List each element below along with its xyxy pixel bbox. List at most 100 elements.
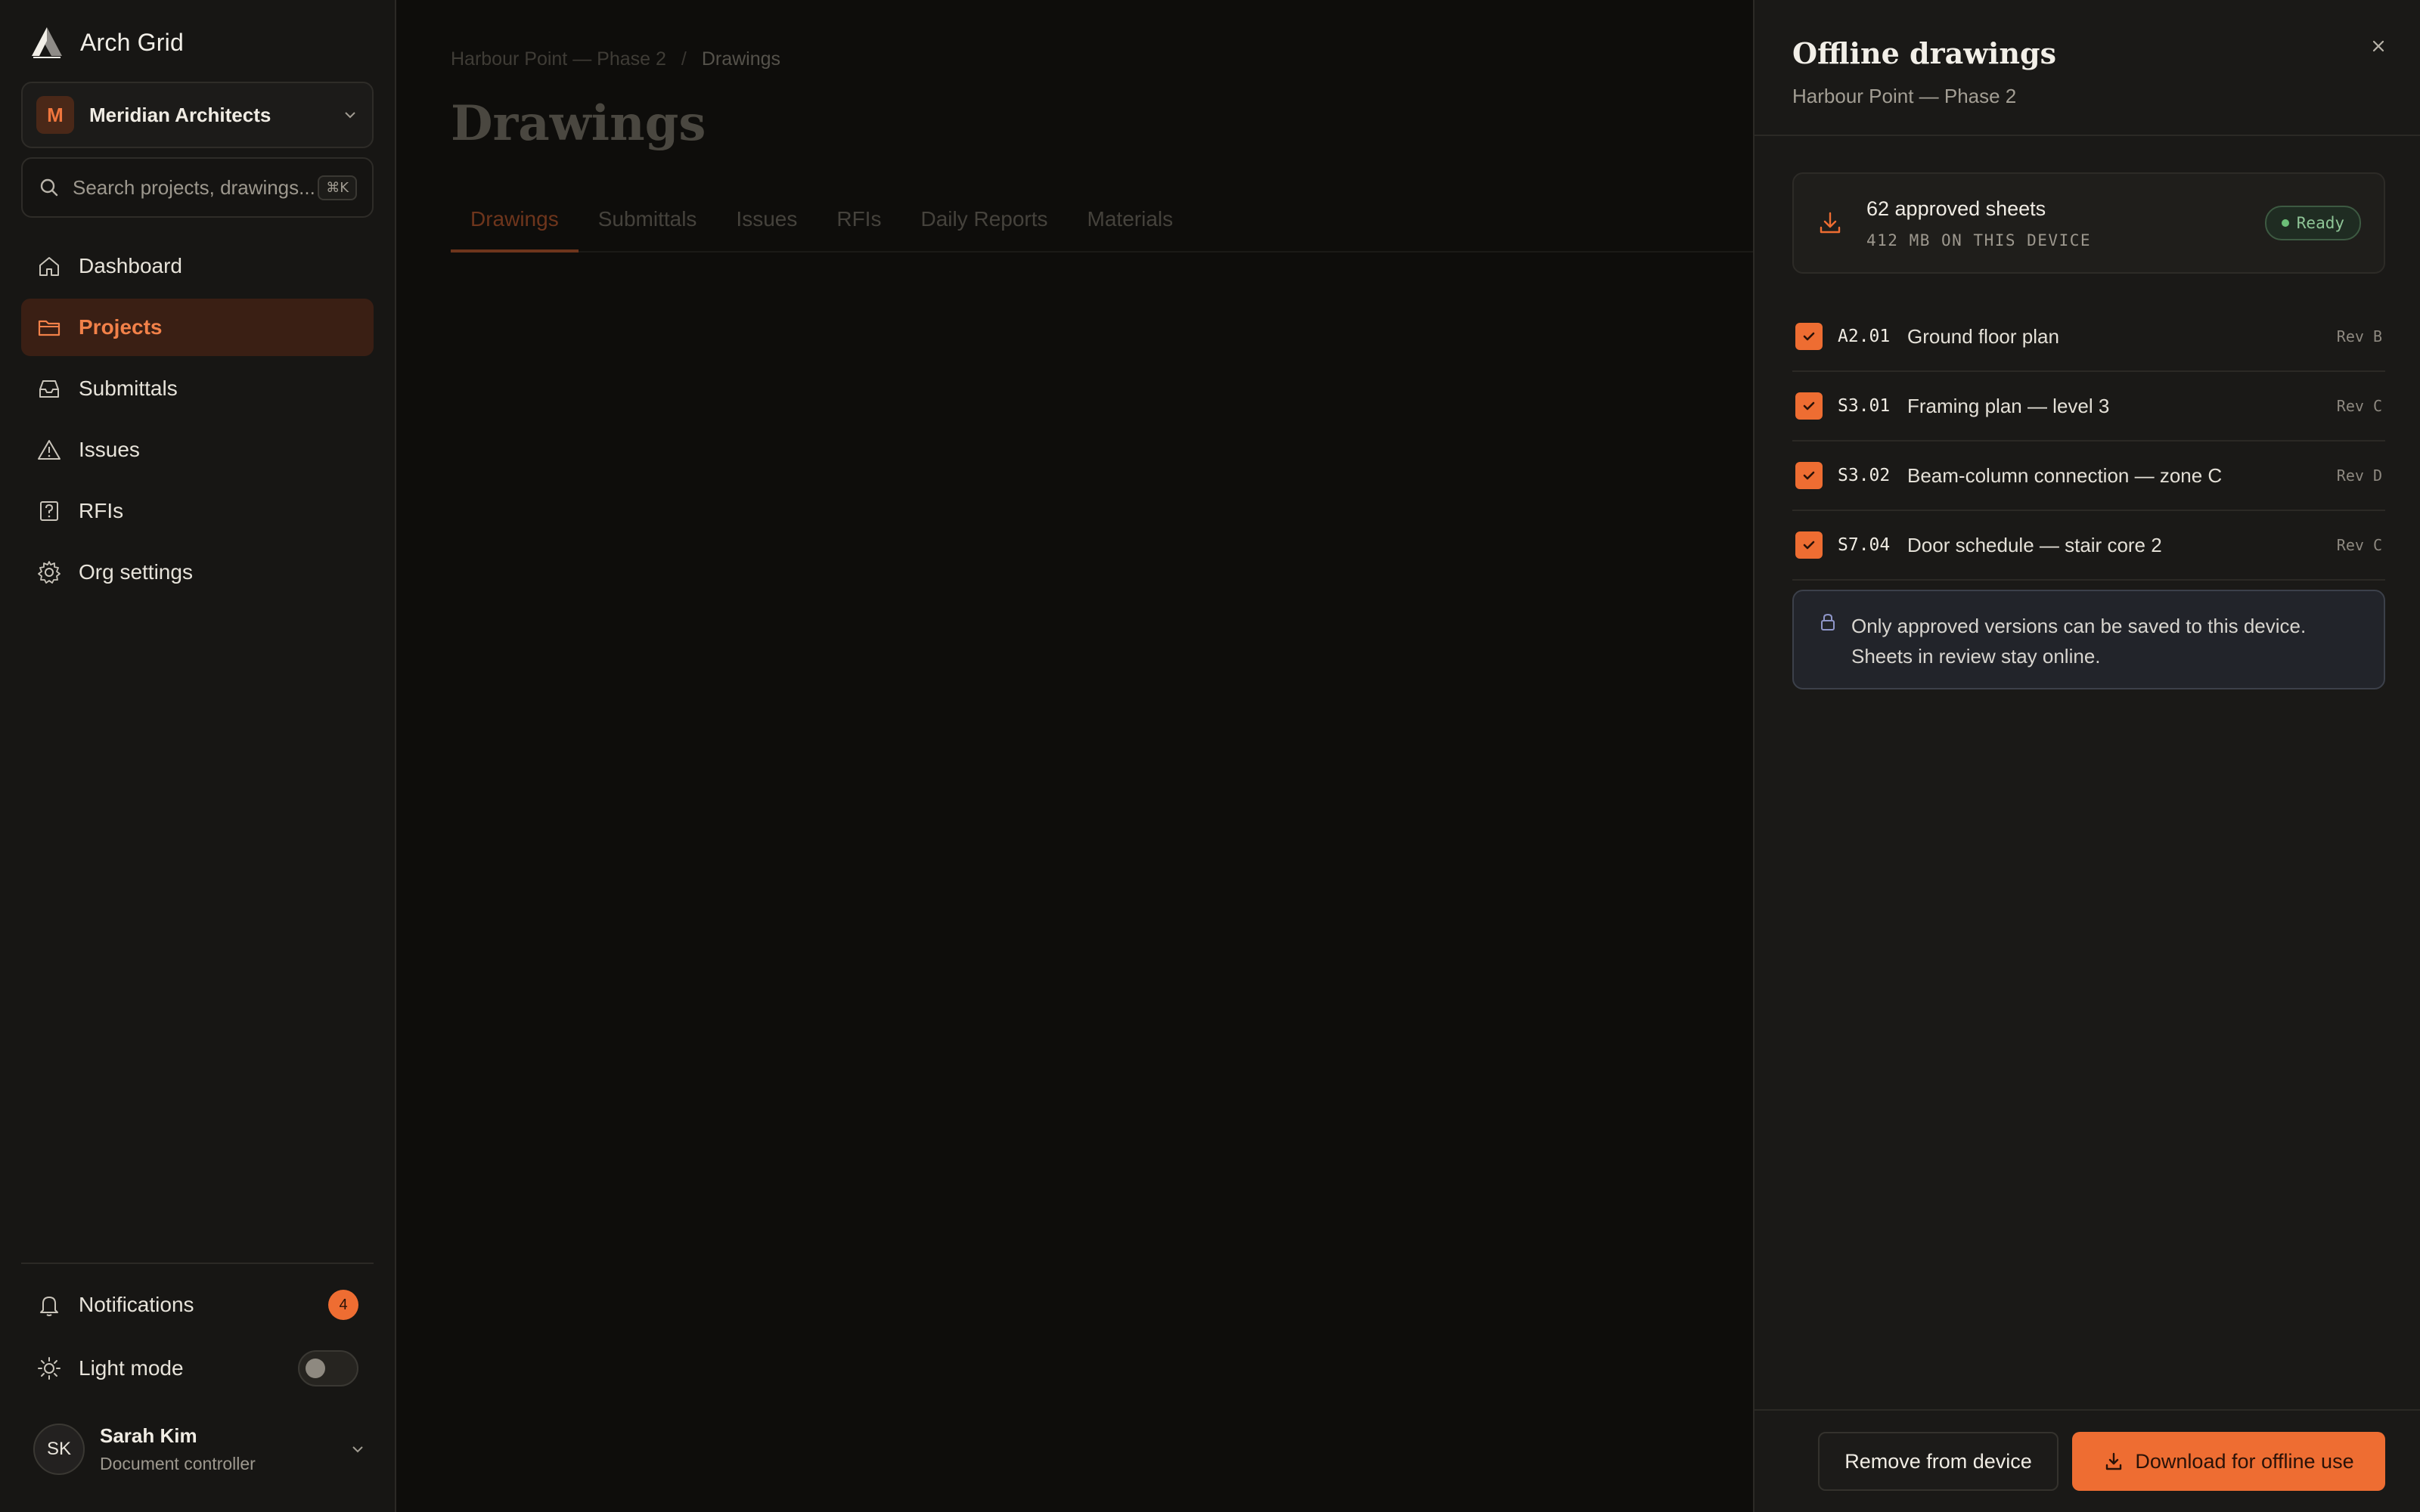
sidebar-item-projects[interactable]: Projects xyxy=(21,299,374,356)
user-name: Sarah Kim xyxy=(100,1424,197,1447)
home-icon xyxy=(39,257,59,276)
check-icon xyxy=(1803,401,1815,411)
summary-size: 412 MB ON THIS DEVICE xyxy=(1866,231,2092,249)
warning-icon xyxy=(38,440,60,460)
gear-icon xyxy=(38,561,60,584)
page-title: Drawings xyxy=(451,95,706,152)
sheet-revision: Rev B xyxy=(2336,327,2382,345)
breadcrumb: Harbour Point — Phase 2 / Drawings xyxy=(451,48,780,70)
toggle-knob xyxy=(306,1359,325,1378)
close-icon[interactable] xyxy=(2367,35,2390,57)
drawer-header-divider xyxy=(1754,135,2420,136)
check-icon xyxy=(1803,471,1815,480)
org-name: Meridian Architects xyxy=(89,103,271,126)
status-badge: Ready xyxy=(2264,206,2361,240)
download-offline-button[interactable]: Download for offline use xyxy=(2072,1432,2385,1491)
breadcrumb-separator: / xyxy=(681,48,687,70)
sheet-code: S3.02 xyxy=(1838,466,1891,485)
status-label: Ready xyxy=(2296,214,2344,232)
sidebar-item-label: Submittals xyxy=(79,376,178,400)
tab-daily-reports[interactable]: Daily Reports xyxy=(901,204,1067,253)
org-avatar: M xyxy=(36,96,74,134)
chevron-down-icon xyxy=(352,1446,363,1453)
offline-summary-card: 62 approved sheets 412 MB ON THIS DEVICE… xyxy=(1792,172,2385,274)
tab-issues[interactable]: Issues xyxy=(716,204,817,253)
drawer-subtitle: Harbour Point — Phase 2 xyxy=(1792,85,2017,107)
sidebar-nav: Dashboard Projects Submittals Issues RFI… xyxy=(21,237,374,605)
bell-icon xyxy=(40,1297,58,1316)
user-info: Sarah Kim Document controller xyxy=(100,1424,349,1474)
sheet-name: Ground floor plan xyxy=(1907,324,2059,348)
download-icon xyxy=(2106,1452,2122,1470)
check-icon xyxy=(1803,332,1815,341)
sidebar-item-label: Projects xyxy=(79,315,163,339)
sheet-revision: Rev D xyxy=(2336,466,2382,485)
summary-title: 62 approved sheets xyxy=(1866,197,2046,220)
arch-logo-icon xyxy=(32,27,62,58)
sidebar-item-label: Issues xyxy=(79,438,140,461)
status-dot-icon xyxy=(2281,219,2289,227)
chevron-down-icon xyxy=(345,112,355,119)
sun-icon xyxy=(38,1357,60,1380)
tab-bar: Drawings Submittals Issues RFIs Daily Re… xyxy=(451,204,1789,253)
offline-drawings-drawer: Offline drawings Harbour Point — Phase 2… xyxy=(1753,0,2420,1512)
sheet-checkbox[interactable] xyxy=(1795,531,1823,559)
app-name: Arch Grid xyxy=(80,28,184,56)
sidebar-item-label: RFIs xyxy=(79,499,124,522)
sheet-checkbox[interactable] xyxy=(1795,392,1823,420)
sheet-revision: Rev C xyxy=(2336,397,2382,415)
sidebar-item-label: Dashboard xyxy=(79,254,182,277)
tab-drawings[interactable]: Drawings xyxy=(451,204,579,253)
sheet-code: S7.04 xyxy=(1838,535,1891,555)
search-input[interactable] xyxy=(73,175,315,200)
sheet-list: A2.01 Ground floor plan Rev B S3.01 Fram… xyxy=(1792,302,2385,581)
notifications-label: Notifications xyxy=(79,1293,194,1316)
tab-rfis[interactable]: RFIs xyxy=(817,204,901,253)
sheet-checkbox[interactable] xyxy=(1795,462,1823,489)
sheet-row[interactable]: S3.02 Beam-column connection — zone C Re… xyxy=(1792,442,2385,511)
inbox-icon xyxy=(39,380,59,398)
notifications-badge: 4 xyxy=(328,1290,358,1320)
search-icon xyxy=(40,178,58,197)
org-switcher[interactable]: M Meridian Architects xyxy=(21,82,374,148)
sheet-row[interactable]: A2.01 Ground floor plan Rev B xyxy=(1792,302,2385,372)
light-mode-toggle[interactable] xyxy=(298,1350,358,1387)
user-menu[interactable]: SK Sarah Kim Document controller xyxy=(33,1423,366,1476)
tab-materials[interactable]: Materials xyxy=(1068,204,1193,253)
approved-only-notice: Only approved versions can be saved to t… xyxy=(1792,590,2385,689)
breadcrumb-current: Drawings xyxy=(701,48,781,70)
user-role: Document controller xyxy=(100,1454,256,1473)
sidebar: Arch Grid M Meridian Architects ⌘K Dashb… xyxy=(0,0,396,1512)
lock-icon xyxy=(1821,613,1835,631)
brand[interactable]: Arch Grid xyxy=(29,26,184,59)
sidebar-divider xyxy=(21,1263,374,1264)
download-icon xyxy=(1820,212,1841,234)
light-mode-label: Light mode xyxy=(79,1356,184,1380)
sidebar-item-submittals[interactable]: Submittals xyxy=(21,360,374,417)
drawer-title: Offline drawings xyxy=(1792,36,2056,70)
light-mode-item: Light mode xyxy=(21,1340,374,1397)
notice-text: Only approved versions can be saved to t… xyxy=(1851,615,2307,668)
sidebar-item-issues[interactable]: Issues xyxy=(21,421,374,479)
sheet-code: A2.01 xyxy=(1838,327,1891,346)
sheet-row[interactable]: S7.04 Door schedule — stair core 2 Rev C xyxy=(1792,511,2385,581)
search-shortcut: ⌘K xyxy=(318,175,357,200)
remove-from-device-button[interactable]: Remove from device xyxy=(1818,1432,2059,1491)
folder-icon xyxy=(38,320,60,336)
summary-text: 62 approved sheets 412 MB ON THIS DEVICE xyxy=(1866,197,2265,249)
sidebar-item-rfis[interactable]: RFIs xyxy=(21,482,374,540)
sheet-code: S3.01 xyxy=(1838,396,1891,416)
tab-submittals[interactable]: Submittals xyxy=(579,204,717,253)
sidebar-item-dashboard[interactable]: Dashboard xyxy=(21,237,374,295)
sidebar-item-label: Org settings xyxy=(79,560,193,584)
sheet-name: Door schedule — stair core 2 xyxy=(1907,533,2162,556)
notifications-item[interactable]: Notifications 4 xyxy=(21,1276,374,1334)
sheet-checkbox[interactable] xyxy=(1795,323,1823,350)
sidebar-item-org-settings[interactable]: Org settings xyxy=(21,544,374,601)
search-box[interactable]: ⌘K xyxy=(21,157,374,218)
drawer-footer-divider xyxy=(1754,1409,2420,1411)
sheet-row[interactable]: S3.01 Framing plan — level 3 Rev C xyxy=(1792,372,2385,442)
sheet-revision: Rev C xyxy=(2336,536,2382,554)
breadcrumb-project[interactable]: Harbour Point — Phase 2 xyxy=(451,48,666,70)
avatar: SK xyxy=(33,1424,85,1475)
